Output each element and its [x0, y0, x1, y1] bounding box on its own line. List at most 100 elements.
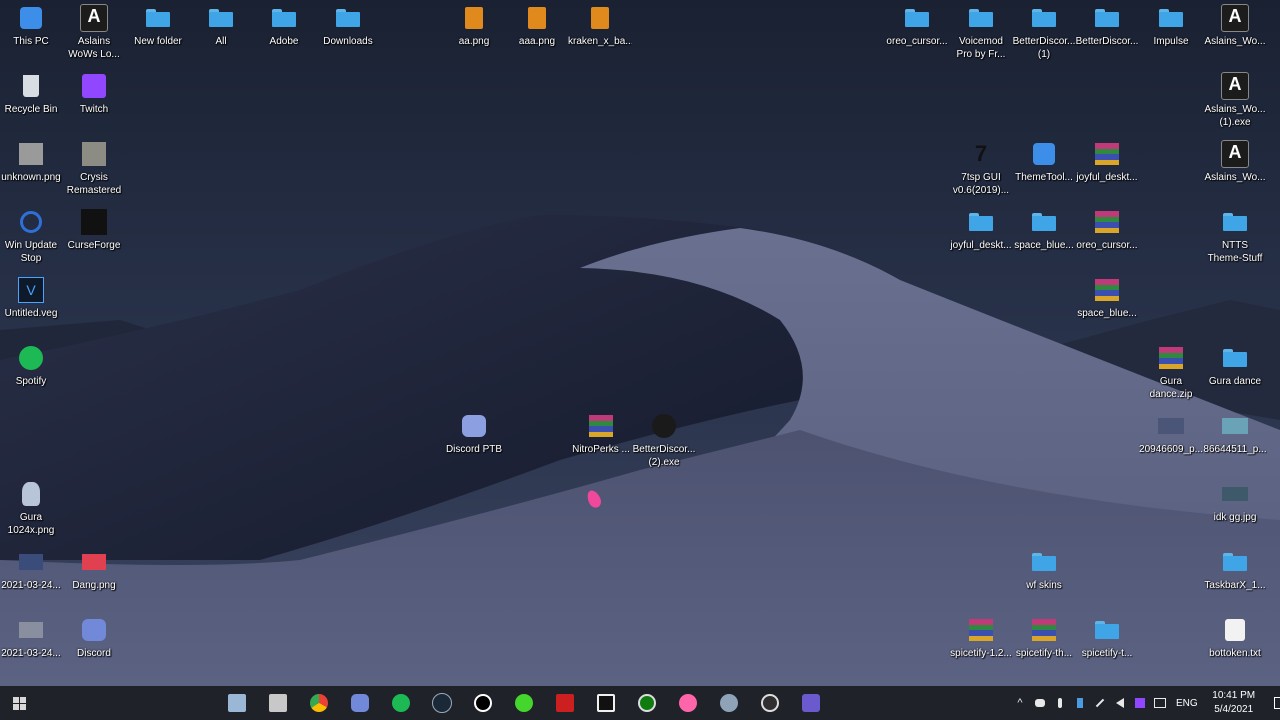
desktop-icon-space-blue-zip[interactable]: space_blue...	[1075, 272, 1139, 320]
clock[interactable]: 10:41 PM 5/4/2021	[1206, 689, 1262, 717]
tray-app-icon[interactable]	[1070, 686, 1090, 720]
desktop-icon-win-update-stop[interactable]: Win Update Stop	[0, 204, 63, 265]
desktop-icon-ntts[interactable]: NTTS Theme-Stuff	[1203, 204, 1267, 265]
desktop-icon-spotify[interactable]: Spotify	[0, 340, 63, 388]
tray-microphone-icon[interactable]	[1050, 686, 1070, 720]
text-file-icon	[1221, 616, 1249, 644]
language-indicator[interactable]: ENG	[1176, 698, 1198, 709]
taskbar-file-explorer[interactable]	[216, 686, 257, 720]
taskbar-obs[interactable]	[749, 686, 790, 720]
desktop-icon-new-folder[interactable]: New folder	[126, 0, 190, 48]
desktop-icon-taskbarx[interactable]: TaskbarX_1...	[1203, 544, 1267, 592]
folder-icon	[207, 4, 235, 32]
taskbar-circle-app[interactable]	[708, 686, 749, 720]
desktop-icon-curseforge[interactable]: CurseForge	[62, 204, 126, 252]
taskbar-spotify[interactable]	[380, 686, 421, 720]
folder-icon	[1157, 4, 1185, 32]
app-badge-icon	[801, 694, 820, 712]
desktop-icon-betterdiscord-2[interactable]: BetterDiscor... (2).exe	[632, 408, 696, 469]
desktop-icon-gura-dance-zip[interactable]: Gura dance.zip	[1139, 340, 1203, 401]
aslains-icon: A	[80, 4, 108, 32]
desktop-icon-joyful-zip[interactable]: joyful_deskt...	[1075, 136, 1139, 184]
folder-icon	[1221, 344, 1249, 372]
image-icon	[1221, 412, 1249, 440]
desktop-icon-screenshot-2[interactable]: 2021-03-24...	[0, 612, 63, 660]
desktop-icon-impulse[interactable]: Impulse	[1139, 0, 1203, 48]
folder-icon	[967, 208, 995, 236]
folder-icon	[144, 4, 172, 32]
desktop-icon-kraken[interactable]: kraken_x_ba...	[568, 0, 632, 48]
xbox-icon	[637, 694, 656, 712]
tray-network-icon[interactable]	[1090, 686, 1110, 720]
desktop-icon-discord-ptb[interactable]: Discord PTB	[442, 408, 506, 456]
image-icon	[17, 140, 45, 168]
desktop-icon-recycle-bin[interactable]: Recycle Bin	[0, 68, 63, 116]
tray-monitor-icon[interactable]	[1150, 686, 1170, 720]
circle-app-icon	[719, 694, 738, 712]
desktop-icon-oreo-cursor-folder[interactable]: oreo_cursor...	[885, 0, 949, 48]
taskbar-app-badge[interactable]	[790, 686, 831, 720]
desktop-icon-bottoken[interactable]: bottoken.txt	[1203, 612, 1267, 660]
desktop-icon-all[interactable]: All	[189, 0, 253, 48]
taskbar-razer[interactable]	[503, 686, 544, 720]
tray-volume-icon[interactable]	[1110, 686, 1130, 720]
desktop-icon-7tsp[interactable]: 7 7tsp GUI v0.6(2019)...	[949, 136, 1013, 197]
tray-chevron-up-icon[interactable]: ^	[1010, 686, 1030, 720]
taskbar-printer[interactable]	[257, 686, 298, 720]
desktop-icon-betterdiscord-folder[interactable]: BetterDiscor...	[1075, 0, 1139, 48]
razer-icon	[514, 694, 533, 712]
desktop-icon-idk-gg[interactable]: idk gg.jpg	[1203, 476, 1267, 524]
desktop-icon-aslains-wo-2[interactable]: A Aslains_Wo...	[1203, 136, 1267, 184]
desktop-icon-downloads[interactable]: Downloads	[316, 0, 380, 48]
desktop-icon-nitroperks[interactable]: NitroPerks ...	[569, 408, 633, 456]
desktop-icon-this-pc[interactable]: This PC	[0, 0, 63, 48]
desktop-icon-spicetify-zip-1[interactable]: spicetify-1.2...	[949, 612, 1013, 660]
desktop-icon-unknown-png[interactable]: unknown.png	[0, 136, 63, 184]
desktop-icon-aslains-wo-1[interactable]: A Aslains_Wo...	[1203, 0, 1267, 48]
desktop-icon-betterdiscord-1[interactable]: BetterDiscor... (1)	[1012, 0, 1076, 61]
desktop-icon-20946609[interactable]: 20946609_p...	[1139, 408, 1203, 456]
notification-center-button[interactable]	[1266, 686, 1280, 720]
start-button[interactable]	[0, 686, 38, 720]
taskbar-xbox[interactable]	[626, 686, 667, 720]
tray-discord-icon[interactable]	[1030, 686, 1050, 720]
taskbar-chrome[interactable]	[298, 686, 339, 720]
image-icon	[80, 548, 108, 576]
desktop-icon-gura-dance[interactable]: Gura dance	[1203, 340, 1267, 388]
taskbar-discord[interactable]	[339, 686, 380, 720]
desktop-icon-voicemod[interactable]: Voicemod Pro by Fr...	[949, 0, 1013, 61]
taskbar-osu[interactable]	[667, 686, 708, 720]
desktop-icon-aslains-wo-exe[interactable]: A Aslains_Wo... (1).exe	[1203, 68, 1267, 129]
taskbar-flash[interactable]	[544, 686, 585, 720]
desktop: This PC A Aslains WoWs Lo... New folder …	[0, 0, 1280, 686]
vegas-icon: V	[17, 276, 45, 304]
desktop-icon-screenshot-1[interactable]: 2021-03-24...	[0, 544, 63, 592]
desktop-icon-aaa-png[interactable]: aaa.png	[505, 0, 569, 48]
taskbar-steam[interactable]	[421, 686, 462, 720]
taskbar-logitech[interactable]	[462, 686, 503, 720]
desktop-icon-crysis[interactable]: Crysis Remastered	[62, 136, 126, 197]
desktop-icon-spicetify-zip-2[interactable]: spicetify-th...	[1012, 612, 1076, 660]
desktop-icon-adobe[interactable]: Adobe	[252, 0, 316, 48]
desktop-icon-untitled-veg[interactable]: V Untitled.veg	[0, 272, 63, 320]
folder-icon	[1093, 616, 1121, 644]
desktop-icon-themetool[interactable]: ThemeTool...	[1012, 136, 1076, 184]
taskbar-epic[interactable]	[585, 686, 626, 720]
desktop-icon-spicetify-folder[interactable]: spicetify-t...	[1075, 612, 1139, 660]
desktop-icon-twitch[interactable]: Twitch	[62, 68, 126, 116]
taskbar: ^ ENG 10:41 PM 5/4/2021	[0, 686, 1280, 720]
desktop-icon-aa-png[interactable]: aa.png	[442, 0, 506, 48]
osu-icon	[678, 694, 697, 712]
image-icon	[17, 616, 45, 644]
tray-twitch-icon[interactable]	[1130, 686, 1150, 720]
desktop-icon-86644511[interactable]: 86644511_p...	[1203, 408, 1267, 456]
desktop-icon-gura-png[interactable]: Gura 1024x.png	[0, 476, 63, 537]
desktop-icon-wf-skins[interactable]: wf skins	[1012, 544, 1076, 592]
folder-icon	[1030, 548, 1058, 576]
desktop-icon-aslains[interactable]: A Aslains WoWs Lo...	[62, 0, 126, 61]
desktop-icon-space-blue-folder[interactable]: space_blue...	[1012, 204, 1076, 252]
desktop-icon-discord[interactable]: Discord	[62, 612, 126, 660]
desktop-icon-oreo-cursor-zip[interactable]: oreo_cursor...	[1075, 204, 1139, 252]
desktop-icon-joyful-folder[interactable]: joyful_deskt...	[949, 204, 1013, 252]
desktop-icon-dang-png[interactable]: Dang.png	[62, 544, 126, 592]
